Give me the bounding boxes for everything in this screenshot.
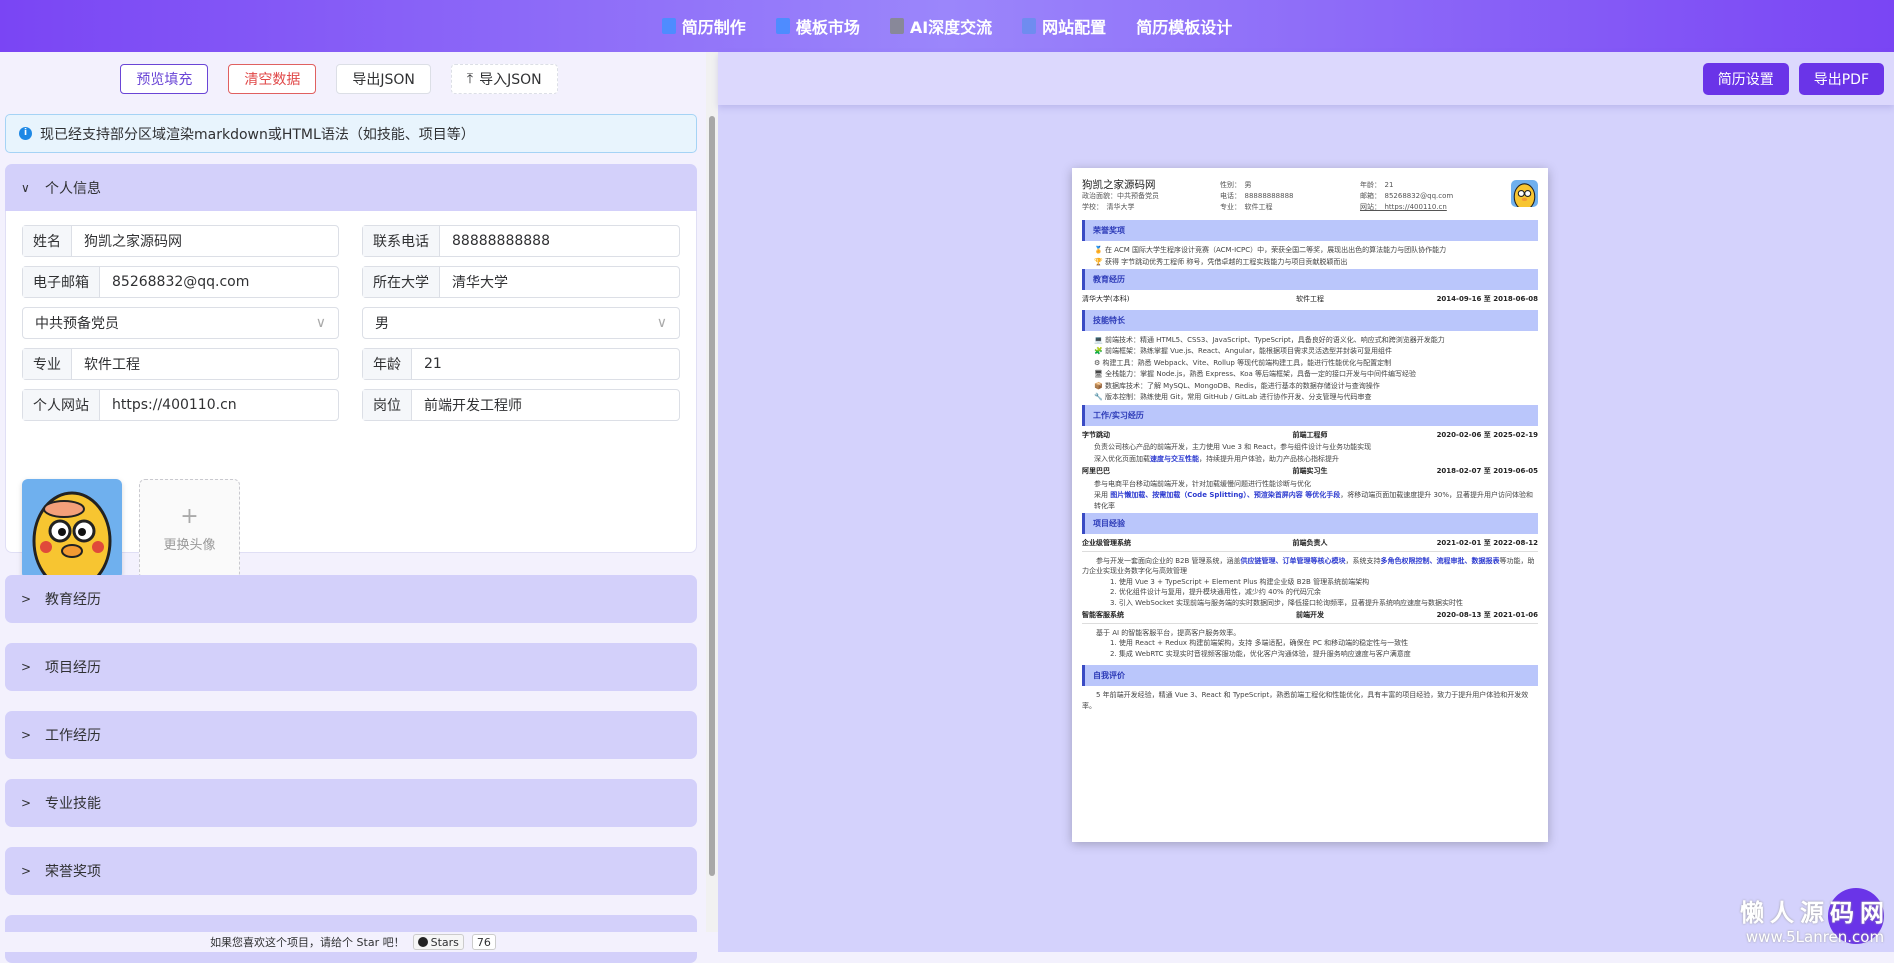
change-avatar-button[interactable]: + 更换头像 (139, 479, 240, 579)
political-select[interactable]: 中共预备党员 ∨ (22, 307, 339, 339)
chevron-right-icon: > (21, 592, 32, 606)
section-personal-info[interactable]: ∨ 个人信息 (5, 164, 697, 212)
phone-field[interactable]: 联系电话 88888888888 (362, 225, 680, 257)
position-field[interactable]: 岗位 前端开发工程师 (362, 389, 680, 421)
section-work[interactable]: > 工作经历 (5, 711, 697, 759)
nav-resume-make[interactable]: 简历制作 (661, 14, 746, 38)
import-json-button[interactable]: ⤒ 导入JSON (450, 63, 558, 94)
template-icon (775, 18, 790, 34)
resume-header: 狗凯之家源码网 政治面貌：中共预备党员 学校： 清华大学 性别： 男 电话： 8… (1082, 178, 1538, 218)
export-json-button[interactable]: 导出JSON (336, 63, 431, 94)
name-field[interactable]: 姓名 狗凯之家源码网 (22, 225, 339, 257)
watermark: 懒人源码网 www.5Lanren.com (1740, 899, 1890, 946)
github-stars-button[interactable]: Stars (412, 934, 464, 950)
chevron-down-icon: ∨ (315, 315, 326, 331)
section-projects[interactable]: > 项目经历 (5, 643, 697, 691)
pen-icon (661, 18, 676, 34)
resume-settings-button[interactable]: 简历设置 (1702, 62, 1789, 95)
university-field[interactable]: 所在大学 清华大学 (362, 266, 680, 298)
preview-fill-button[interactable]: 预览填充 (120, 63, 209, 94)
chevron-right-icon: > (21, 728, 32, 742)
section-education[interactable]: > 教育经历 (5, 575, 697, 623)
section-honors[interactable]: > 荣誉奖项 (5, 847, 697, 895)
resume-website-link[interactable]: 网站： https://400110.cn (1360, 202, 1447, 213)
nav-template-market[interactable]: 模板市场 (775, 14, 860, 38)
major-field[interactable]: 专业 软件工程 (22, 348, 339, 380)
nav-site-config[interactable]: 网站配置 (1022, 14, 1106, 38)
nav-ai-chat[interactable]: AI深度交流 (889, 14, 992, 38)
gender-select[interactable]: 男 ∨ (362, 307, 680, 339)
preview-toolbar: 简历设置 导出PDF (718, 52, 1894, 105)
avatar (22, 479, 122, 579)
upload-icon: ⤒ (466, 70, 474, 87)
editor-scrollbar[interactable] (706, 52, 718, 932)
chevron-right-icon: > (21, 864, 32, 878)
scrollbar-thumb[interactable] (709, 116, 715, 876)
info-icon: i (19, 127, 32, 140)
star-footer: 如果您喜欢这个项目，请给个 Star 吧！ Stars 76 (0, 932, 706, 952)
chevron-down-icon: ∨ (21, 181, 30, 195)
work-row: 字节跳动 前端工程师 2020-02-06 至 2025-02-19 (1082, 430, 1538, 439)
resume-preview: 狗凯之家源码网 政治面貌：中共预备党员 学校： 清华大学 性别： 男 电话： 8… (1072, 168, 1548, 842)
editor-panel: 预览填充 清空数据 导出JSON ⤒ 导入JSON i 现已经支持部分区域渲染mar… (0, 52, 718, 963)
chevron-right-icon: > (21, 796, 32, 810)
email-field[interactable]: 电子邮箱 85268832@qq.com (22, 266, 339, 298)
nav-template-design[interactable]: 简历模板设计 (1136, 14, 1232, 38)
editor-toolbar: 预览填充 清空数据 导出JSON ⤒ 导入JSON (0, 52, 718, 105)
website-field[interactable]: 个人网站 https://400110.cn (22, 389, 339, 421)
chevron-right-icon: > (21, 660, 32, 674)
stars-count[interactable]: 76 (471, 934, 496, 950)
age-field[interactable]: 年龄 21 (362, 348, 680, 380)
plus-icon: + (180, 503, 199, 529)
edu-row: 清华大学(本科) 软件工程 2014-09-16 至 2018-06-08 (1082, 295, 1538, 303)
section-skills[interactable]: > 专业技能 (5, 779, 697, 827)
chevron-down-icon: ∨ (656, 315, 667, 331)
project-row: 智能客服系统 前端开发 2020-08-13 至 2021-01-06 (1082, 611, 1538, 619)
robot-icon (889, 18, 904, 34)
settings-doc-icon (1022, 18, 1037, 34)
personal-info-form: 姓名 狗凯之家源码网 联系电话 88888888888 电子邮箱 85268832@q… (5, 211, 697, 579)
work-row: 阿里巴巴 前端实习生 2018-02-07 至 2019-06-05 (1082, 467, 1538, 475)
github-icon (417, 937, 428, 947)
clear-data-button[interactable]: 清空数据 (228, 63, 317, 94)
info-alert: i 现已经支持部分区域渲染markdown或HTML语法（如技能、项目等） (5, 114, 697, 153)
resume-photo (1511, 180, 1538, 207)
export-pdf-button[interactable]: 导出PDF (1798, 62, 1884, 95)
project-row: 企业级管理系统 前端负责人 2021-02-01 至 2022-08-12 (1082, 539, 1538, 547)
preview-panel: 简历设置 导出PDF 狗凯之家源码网 政治面貌：中共预备党员 学校： 清华大学 … (718, 52, 1894, 952)
top-nav: 简历制作 模板市场 AI深度交流 网站配置 简历模板设计 (0, 0, 1894, 52)
